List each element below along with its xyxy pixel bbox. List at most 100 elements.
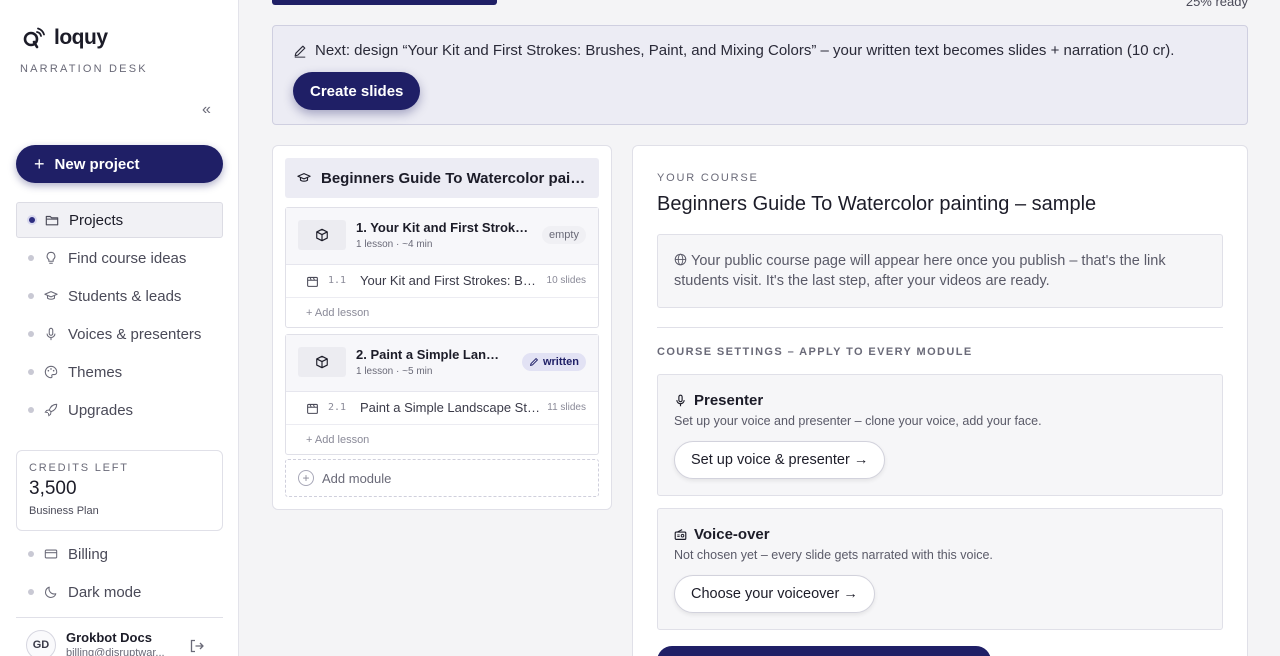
graduation-cap-icon: [44, 291, 58, 300]
create-slides-button[interactable]: Create slides: [293, 72, 421, 110]
bullet-dot-icon: [28, 551, 34, 557]
sidebar-item-find-course-ideas[interactable]: Find course ideas: [16, 240, 223, 276]
sidebar-item-themes[interactable]: Themes: [16, 354, 223, 390]
sidebar-item-projects[interactable]: Projects: [16, 202, 223, 238]
module-card: 2. Paint a Simple Landscape Step by Step…: [285, 334, 599, 455]
course-tree-title: Beginners Guide To Watercolor painting –…: [321, 169, 589, 187]
presenter-title-row: Presenter: [674, 392, 763, 409]
sidebar-item-label: Themes: [68, 363, 123, 381]
bullet-dot-icon: [28, 331, 34, 337]
course-divider: [657, 327, 1223, 328]
credits-label: CREDITS LEFT: [29, 462, 129, 474]
plus-icon: +: [34, 153, 45, 174]
module-thumbnail: [298, 220, 346, 250]
course-progress-bar: [272, 0, 497, 5]
credits-value: 3,500: [29, 478, 77, 499]
sidebar-item-label: Voices & presenters: [68, 325, 202, 343]
sidebar-item-voices-presenters[interactable]: Voices & presenters: [16, 316, 223, 352]
course-settings-label: COURSE SETTINGS – APPLY TO EVERY MODULE: [657, 346, 973, 358]
radio-icon: [674, 529, 687, 540]
module-meta: 1 lesson · ~5 min: [356, 366, 433, 377]
status-badge: written: [521, 353, 586, 371]
bullet-dot-icon: [28, 369, 34, 375]
course-tree-panel: Beginners Guide To Watercolor painting –…: [272, 145, 612, 510]
rocket-icon: [44, 403, 58, 417]
voiceover-setting-card: Voice-over Not chosen yet – every slide …: [657, 508, 1223, 630]
avatar: GD: [26, 630, 56, 656]
slides-icon: [307, 276, 318, 287]
microphone-icon: [676, 394, 685, 407]
lesson-row[interactable]: 1.1 Your Kit and First Strokes: Brushes,…: [286, 265, 598, 298]
brand-name: loquy: [54, 26, 108, 49]
next-step-text-row: Next: design “Your Kit and First Strokes…: [293, 42, 1174, 59]
module-title: 1. Your Kit and First Strokes: Brushes, …: [356, 220, 531, 235]
next-step-text: Next: design “Your Kit and First Strokes…: [315, 42, 1175, 59]
bullet-dot-icon: [28, 255, 34, 261]
sidebar-item-label: Projects: [69, 211, 124, 229]
public-page-note-text: Your public course page will appear here…: [674, 253, 1166, 289]
add-lesson-button[interactable]: + Add lesson: [286, 425, 598, 454]
sidebar-item-label: Upgrades: [68, 401, 134, 419]
lesson-title: Your Kit and First Strokes: Brushes, Pai…: [360, 273, 540, 288]
pencil-icon: [530, 358, 538, 366]
credits-plan: Business Plan: [29, 505, 99, 517]
user-name: Grokbot Docs: [66, 630, 152, 645]
bullet-dot-icon: [28, 293, 34, 299]
loquy-logo-icon: [23, 27, 45, 49]
status-badge: empty: [542, 226, 586, 244]
voiceover-title-row: Voice-over: [674, 526, 770, 543]
active-dot-icon: [29, 217, 35, 223]
user-profile[interactable]: GD Grokbot Docs billing@disruptwar...: [26, 630, 176, 656]
sidebar-item-students-leads[interactable]: Students & leads: [16, 278, 223, 314]
brand-tagline: NARRATION DESK: [20, 63, 148, 75]
palette-icon: [44, 365, 58, 379]
public-page-note: Your public course page will appear here…: [657, 234, 1223, 308]
folder-icon: [45, 215, 59, 226]
setup-presenter-button[interactable]: Set up voice & presenter →: [674, 441, 886, 479]
plus-circle-icon: +: [298, 470, 314, 486]
sidebar-item-dark-mode[interactable]: Dark mode: [16, 574, 223, 610]
module-meta: 1 lesson · ~4 min: [356, 239, 433, 250]
ready-percentage: 25% ready: [1185, 0, 1248, 9]
presenter-title: Presenter: [694, 392, 764, 409]
lesson-slide-count: 11 slides: [547, 402, 586, 413]
course-details-panel: YOUR COURSE Beginners Guide To Watercolo…: [632, 145, 1248, 656]
cube-icon: [316, 228, 328, 242]
sidebar-item-label: Students & leads: [68, 287, 182, 305]
credits-card: CREDITS LEFT 3,500 Business Plan: [16, 450, 223, 531]
lesson-slide-count: 10 slides: [546, 275, 586, 286]
lesson-number: 1.1: [328, 275, 347, 286]
bullet-dot-icon: [28, 589, 34, 595]
collapse-sidebar-button[interactable]: «: [202, 101, 211, 119]
logout-icon[interactable]: [189, 638, 205, 654]
course-title: Beginners Guide To Watercolor painting –…: [657, 193, 1097, 215]
choose-voiceover-button[interactable]: Choose your voiceover →: [674, 575, 875, 613]
add-lesson-button[interactable]: + Add lesson: [286, 298, 598, 327]
voiceover-title: Voice-over: [694, 526, 770, 543]
primary-action-button[interactable]: [657, 646, 991, 656]
graduation-cap-icon: [297, 173, 311, 182]
sidebar-item-upgrades[interactable]: Upgrades: [16, 392, 223, 428]
cube-icon: [316, 355, 328, 369]
new-project-button[interactable]: + New project: [16, 145, 223, 183]
bullet-dot-icon: [28, 407, 34, 413]
slides-icon: [307, 403, 318, 414]
course-section-label: YOUR COURSE: [657, 172, 759, 184]
module-header[interactable]: 1. Your Kit and First Strokes: Brushes, …: [286, 208, 598, 265]
module-title: 2. Paint a Simple Landscape Step by Step: [356, 347, 506, 362]
sidebar-item-label: Find course ideas: [68, 249, 187, 267]
lesson-number: 2.1: [328, 402, 347, 413]
course-tree-header[interactable]: Beginners Guide To Watercolor painting –…: [285, 158, 599, 198]
globe-icon: [674, 253, 687, 266]
moon-icon: [45, 586, 57, 598]
sidebar-item-billing[interactable]: Billing: [16, 536, 223, 572]
add-module-button[interactable]: + Add module: [285, 459, 599, 497]
lesson-row[interactable]: 2.1 Paint a Simple Landscape Step by Ste…: [286, 392, 598, 425]
sidebar-divider: [16, 617, 223, 618]
status-badge-label: empty: [549, 229, 579, 241]
sidebar-item-label: Dark mode: [68, 583, 142, 601]
pencil-icon: [294, 45, 306, 58]
lesson-title: Paint a Simple Landscape Step by Step: [360, 400, 540, 415]
module-header[interactable]: 2. Paint a Simple Landscape Step by Step…: [286, 335, 598, 392]
brand-logo[interactable]: loquy: [22, 26, 108, 50]
